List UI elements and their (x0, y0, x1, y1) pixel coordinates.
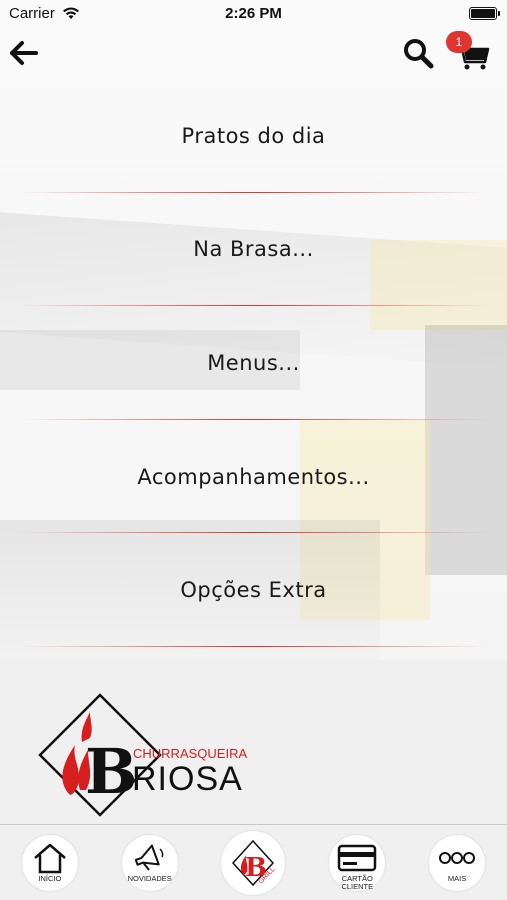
tab-grill[interactable]: B GRILL (221, 830, 286, 895)
back-arrow-icon[interactable] (8, 38, 40, 68)
tab-cartao-cliente[interactable]: CARTÃO CLIENTE (329, 834, 386, 891)
menu-item-acompanhamentos[interactable]: Acompanhamentos... (0, 420, 507, 534)
briosa-logo: B CHURRASQUEIRA RIOSA (38, 693, 247, 817)
cart-count-badge: 1 (446, 31, 472, 53)
battery-icon (469, 7, 500, 20)
menu-item-label: Pratos do dia (181, 123, 326, 148)
svg-text:B: B (85, 735, 137, 808)
menu-item-pratos-do-dia[interactable]: Pratos do dia (0, 79, 507, 193)
tab-label: NOVIDADES (127, 873, 172, 883)
menu-item-menus[interactable]: Menus... (0, 306, 507, 420)
tab-bar: INÍCIO NOVIDADES B GRILL CARTÃO CLIENTE … (0, 824, 507, 900)
clock: 2:26 PM (225, 5, 282, 22)
megaphone-icon (134, 844, 164, 871)
card-icon (338, 844, 377, 871)
cart-button[interactable]: 1 (446, 31, 492, 72)
briosa-grill-icon: B GRILL (232, 839, 277, 886)
search-icon[interactable] (402, 37, 434, 69)
navigation-bar: 1 (0, 28, 507, 78)
home-icon (34, 843, 66, 873)
category-menu: Pratos do dia Na Brasa... Menus... Acomp… (0, 79, 507, 647)
tab-label: INÍCIO (38, 873, 62, 883)
divider (20, 645, 487, 647)
tab-novidades[interactable]: NOVIDADES (121, 834, 178, 891)
menu-item-label: Acompanhamentos... (137, 464, 370, 489)
logo-tagline: CHURRASQUEIRA (133, 746, 247, 761)
menu-item-label: Menus... (207, 350, 300, 375)
menu-item-label: Na Brasa... (193, 237, 314, 262)
tab-mais[interactable]: MAIS (429, 834, 486, 891)
tab-label: CARTÃO CLIENTE (341, 873, 374, 891)
status-bar: Carrier 2:26 PM (0, 0, 507, 28)
tab-label: MAIS (447, 873, 467, 883)
logo-name: RIOSA (132, 760, 243, 798)
menu-item-label: Opções Extra (180, 578, 327, 603)
menu-item-opcoes-extra[interactable]: Opções Extra (0, 533, 507, 647)
more-icon (439, 851, 476, 864)
menu-item-na-brasa[interactable]: Na Brasa... (0, 193, 507, 307)
tab-inicio[interactable]: INÍCIO (21, 834, 78, 891)
